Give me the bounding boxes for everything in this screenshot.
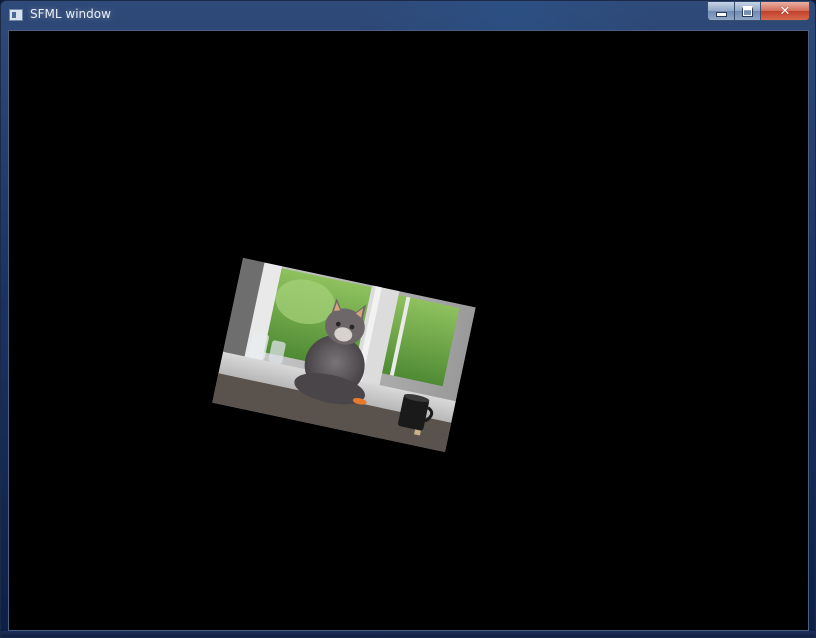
maximize-icon [742,5,753,17]
title-bar[interactable]: SFML window ✕ [1,1,815,30]
close-icon: ✕ [779,3,791,19]
close-button[interactable]: ✕ [760,2,810,21]
sfml-window: SFML window ✕ [0,0,816,638]
window-title: SFML window [30,7,111,21]
render-canvas[interactable] [8,30,809,631]
minimize-icon [715,11,727,17]
window-bottom-border [1,631,815,637]
cat-photo-sprite [212,257,476,453]
minimize-button[interactable] [707,2,735,21]
app-icon[interactable] [9,9,23,21]
maximize-button[interactable] [734,2,761,21]
